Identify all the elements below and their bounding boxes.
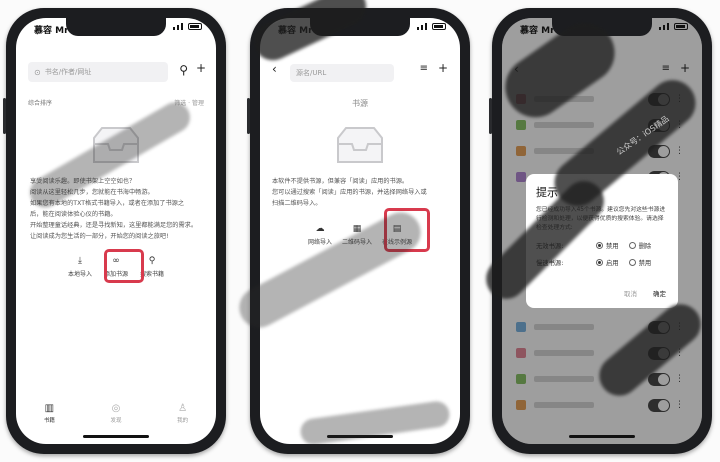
tab-bar: ▥ 书籍 ◎ 发现 ♙ 我的 <box>16 403 216 424</box>
notch <box>66 18 166 36</box>
home-indicator <box>569 435 635 438</box>
add-icon[interactable]: + <box>438 61 448 75</box>
local-import-button[interactable]: ⤓ 本地导入 <box>68 256 92 278</box>
signal-icon <box>659 23 688 30</box>
tab-label: 我的 <box>177 418 189 424</box>
battery-icon <box>188 23 202 30</box>
search-icon: ⚲ <box>148 256 156 266</box>
books-icon: ▥ <box>44 403 55 414</box>
option-disable[interactable]: 禁用 <box>596 241 619 250</box>
highlight-box <box>104 249 144 283</box>
empty-line: 后，能在阅读体验心仪的书籍。 <box>30 211 117 218</box>
tab-books[interactable]: ▥ 书籍 <box>44 403 55 424</box>
action-label: 网络导入 <box>307 239 332 246</box>
network-import-button[interactable]: ☁ 网络导入 <box>308 224 332 246</box>
empty-line: 开始整理童话经典，还是寻找新知，这里都能满足您的需求。 <box>30 222 198 229</box>
phone-1: 慕容 Mr ⊙ 书名/作者/网址 ⚲ + 综合排序 筛选 · 管理 享受阅读乐趣… <box>3 8 226 454</box>
tab-me[interactable]: ♙ 我的 <box>177 403 188 424</box>
search-input[interactable]: ⊙ 书名/作者/网址 <box>28 62 168 82</box>
action-label: 本地导入 <box>67 271 92 278</box>
signal-icon <box>173 23 202 30</box>
option-delete[interactable]: 删除 <box>628 241 652 250</box>
page-title: 书源 <box>352 99 368 108</box>
ok-button[interactable]: 确定 <box>653 288 666 298</box>
search-placeholder: 书名/作者/网址 <box>44 68 92 76</box>
person-icon: ♙ <box>178 403 188 414</box>
empty-line: 让阅读成为您生活的一部分，开始您的阅读之旅吧! <box>30 233 169 240</box>
option-disable[interactable]: 禁用 <box>628 258 652 267</box>
search-placeholder: 源名/URL <box>296 69 327 77</box>
canvas: 慕容 Mr ⊙ 书名/作者/网址 ⚲ + 综合排序 筛选 · 管理 享受阅读乐趣… <box>0 0 720 462</box>
slow-source-row: 慢速书源: 启用 禁用 <box>536 258 668 267</box>
radio-icon <box>596 242 603 249</box>
cancel-button[interactable]: 取消 <box>624 288 637 298</box>
home-indicator <box>83 435 149 438</box>
add-icon[interactable]: + <box>196 61 206 75</box>
empty-description: 本软件不提供书源，但兼容「阅读」应用的书源。 您可以通过搜索「阅读」应用的书源，… <box>272 176 448 209</box>
option-label: 删除 <box>638 243 652 250</box>
source-search-input[interactable]: 源名/URL <box>290 64 394 82</box>
cloud-icon: ☁ <box>315 224 325 234</box>
status-time: 慕容 Mr <box>34 26 69 36</box>
sort-label[interactable]: 综合排序 <box>28 98 52 107</box>
download-icon: ⤓ <box>77 256 82 266</box>
screen-bookshelf: 慕容 Mr ⊙ 书名/作者/网址 ⚲ + 综合排序 筛选 · 管理 享受阅读乐趣… <box>16 18 216 444</box>
back-icon[interactable]: ‹ <box>272 62 277 76</box>
dialog-buttons: 取消 确定 <box>624 288 666 298</box>
battery-icon <box>674 23 688 30</box>
status-time: 慕容 Mr <box>520 26 555 36</box>
compass-icon: ◎ <box>111 403 121 414</box>
search-icon[interactable]: ⚲ <box>179 63 188 77</box>
tab-label: 发现 <box>110 418 122 424</box>
location-icon: ⊙ <box>34 67 41 77</box>
empty-tray-icon <box>337 127 383 163</box>
empty-line: 您可以通过搜索「阅读」应用的书源，并选择网络导入或 <box>272 189 427 196</box>
empty-line: 本软件不提供书源，但兼容「阅读」应用的书源。 <box>272 178 409 185</box>
tab-label: 书籍 <box>43 418 55 424</box>
signal-icon <box>417 23 446 30</box>
battery-icon <box>432 23 446 30</box>
filter-icon[interactable]: ≡ <box>420 63 428 74</box>
radio-icon <box>628 242 636 249</box>
radio-icon <box>628 259 636 266</box>
option-label: 禁用 <box>606 243 619 250</box>
option-label: 禁用 <box>638 260 652 267</box>
tab-discover[interactable]: ◎ 发现 <box>110 403 121 424</box>
radio-icon <box>596 259 603 266</box>
